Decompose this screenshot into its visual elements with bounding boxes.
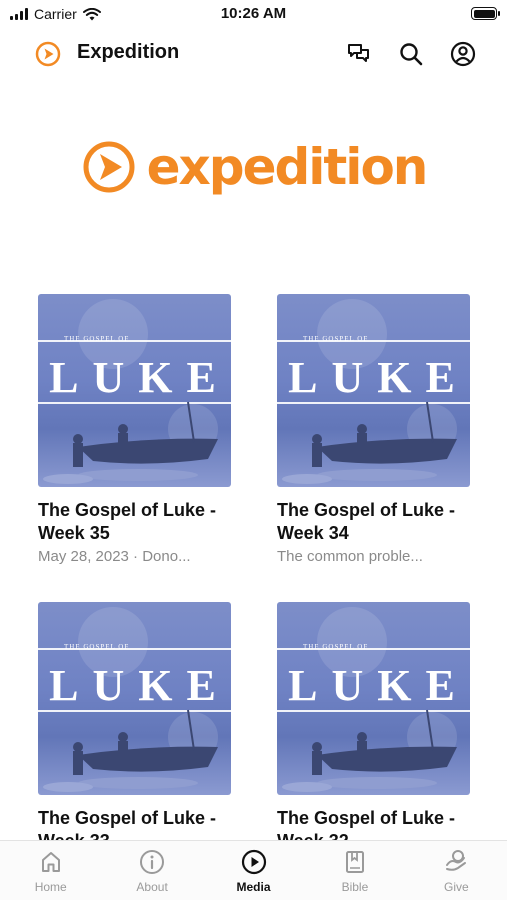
tab-bar: Home About Media Bible Give [0,840,507,900]
brand-banner: expedition [0,132,507,202]
boat-scene-image [282,401,457,484]
thumbnail-title: LUKE [288,353,469,402]
media-card[interactable]: THE GOSPEL OF LUKE The Gospel of Luke - … [277,602,470,856]
battery-level [473,9,495,18]
tab-label: Home [34,880,67,894]
thumbnail-kicker: THE GOSPEL OF [64,643,130,651]
boat-scene-image [43,709,218,792]
tab-label: About [136,880,168,894]
search-icon[interactable] [397,40,425,68]
home-icon [41,852,60,872]
thumbnail-kicker: THE GOSPEL OF [64,335,130,343]
media-title: The Gospel of Luke - Week 34 [277,500,456,543]
thumbnail-kicker: THE GOSPEL OF [303,335,369,343]
battery-icon [471,7,500,20]
thumbnail-kicker: THE GOSPEL OF [303,643,369,651]
media-subtitle: May 28, 2023 · Dono... [38,548,191,565]
info-icon [140,850,165,874]
media-card[interactable]: THE GOSPEL OF LUKE The Gospel of Luke - … [38,294,231,565]
tab-label: Give [443,880,469,894]
media-thumbnail[interactable]: THE GOSPEL OF LUKE [38,294,231,487]
media-subtitle: The common proble... [277,548,423,565]
media-card[interactable]: THE GOSPEL OF LUKE The Gospel of Luke - … [38,602,231,856]
app-title: Expedition [77,41,180,63]
tab-label: Bible [341,880,369,894]
media-title: The Gospel of Luke - Week 35 [38,500,217,543]
chat-bubbles-icon[interactable] [345,40,373,68]
thumbnail-title: LUKE [288,661,469,710]
tab-give[interactable]: Give [406,841,507,900]
book-icon [345,851,364,873]
give-icon [446,850,467,871]
app-header: Expedition [0,32,507,76]
battery-cap [498,11,500,16]
header-actions [345,40,477,68]
boat-scene-image [43,401,218,484]
media-thumbnail[interactable]: THE GOSPEL OF LUKE [38,602,231,795]
logo-play-icon[interactable] [35,41,61,67]
banner-wordmark: expedition [146,138,429,196]
media-thumbnail[interactable]: THE GOSPEL OF LUKE [277,294,470,487]
account-icon[interactable] [449,40,477,68]
thumbnail-title: LUKE [49,661,230,710]
tab-media[interactable]: Media [203,841,304,900]
banner-logo-icon [83,141,135,193]
status-bar: Carrier 10:26 AM [0,0,507,30]
play-circle-icon [241,849,266,875]
tab-label: Media [236,880,271,894]
boat-scene-image [282,709,457,792]
thumbnail-title: LUKE [49,353,230,402]
tab-about[interactable]: About [101,841,202,900]
media-card[interactable]: THE GOSPEL OF LUKE The Gospel of Luke - … [277,294,470,565]
media-thumbnail[interactable]: THE GOSPEL OF LUKE [277,602,470,795]
tab-home[interactable]: Home [0,841,101,900]
status-time: 10:26 AM [220,5,287,22]
tab-bible[interactable]: Bible [304,841,405,900]
